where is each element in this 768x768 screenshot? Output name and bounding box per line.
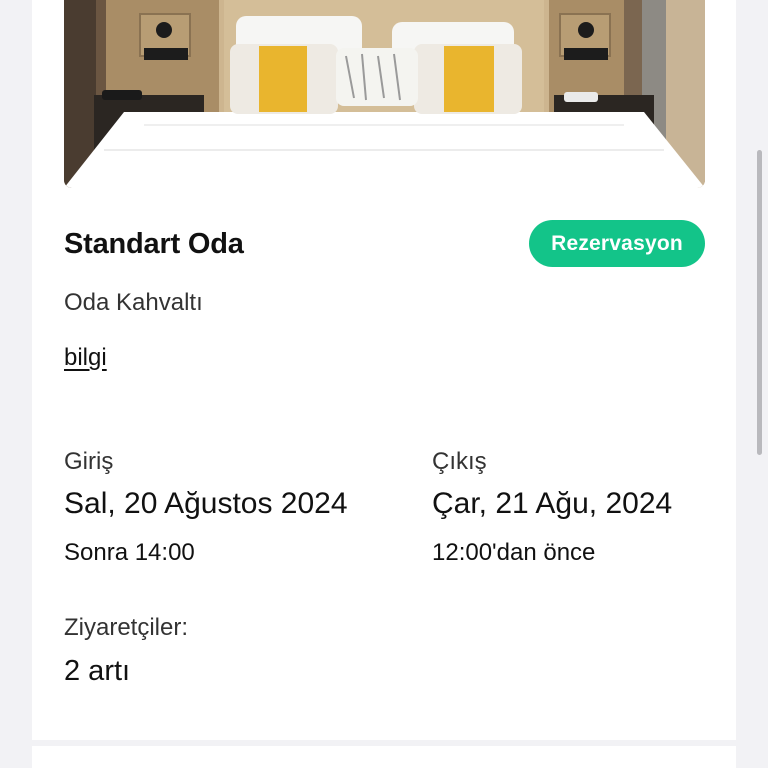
board-type: Oda Kahvaltı xyxy=(64,289,203,316)
checkin-label: Giriş xyxy=(64,448,114,475)
next-card xyxy=(32,746,736,768)
guests-value: 2 artı xyxy=(64,655,131,687)
checkin-time: Sonra 14:00 xyxy=(64,539,195,566)
scrollbar[interactable] xyxy=(757,150,762,455)
reservation-button[interactable]: Rezervasyon xyxy=(529,220,705,267)
checkout-time: 12:00'dan önce xyxy=(432,539,596,566)
booking-details-screen: Standart Oda Rezervasyon Oda Kahvaltı bi… xyxy=(0,0,768,768)
room-photo[interactable] xyxy=(64,0,705,188)
checkin-date: Sal, 20 Ağustos 2024 xyxy=(64,487,348,520)
checkout-label: Çıkış xyxy=(432,448,487,475)
room-title: Standart Oda xyxy=(64,228,244,260)
info-link[interactable]: bilgi xyxy=(64,344,107,372)
checkout-date: Çar, 21 Ağu, 2024 xyxy=(432,487,673,520)
guests-label: Ziyaretçiler: xyxy=(64,614,189,641)
